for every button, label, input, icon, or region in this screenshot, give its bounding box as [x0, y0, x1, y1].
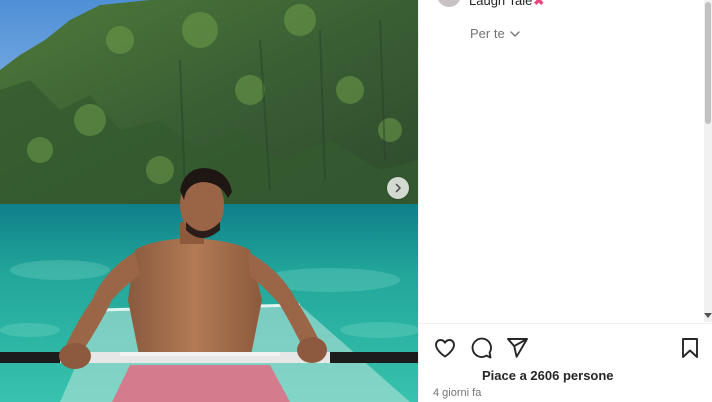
- post-photo[interactable]: [0, 0, 418, 402]
- scrollbar-thumb[interactable]: [705, 2, 711, 124]
- bookmark-icon[interactable]: [678, 336, 702, 360]
- avatar[interactable]: [437, 0, 461, 7]
- comment-item: Laugh Tale✖: [437, 0, 544, 10]
- comment-body: Laugh Tale: [469, 0, 533, 8]
- divider: [419, 323, 712, 324]
- comment-text: Laugh Tale✖: [469, 0, 544, 9]
- post-side-panel: Laugh Tale✖ Per te Piace a 2606 persone …: [418, 0, 712, 402]
- post-actions: [433, 336, 529, 360]
- next-photo-button[interactable]: [387, 177, 409, 199]
- share-icon[interactable]: [505, 336, 529, 360]
- comments-filter-dropdown[interactable]: Per te: [470, 26, 521, 41]
- photo-illustration: [0, 0, 418, 402]
- comment-icon[interactable]: [469, 336, 493, 360]
- comments-scrollbar[interactable]: [704, 0, 712, 322]
- heart-icon[interactable]: [433, 336, 457, 360]
- post-date[interactable]: 4 giorni fa: [433, 387, 481, 399]
- cross-mark-emoji-icon: ✖: [533, 0, 545, 8]
- filter-label: Per te: [470, 26, 505, 41]
- scroll-down-arrow-icon[interactable]: [704, 311, 712, 321]
- likes-count[interactable]: Piace a 2606 persone: [482, 368, 614, 383]
- chevron-right-icon: [395, 183, 401, 193]
- chevron-down-icon: [510, 30, 520, 37]
- instagram-post-view: Laugh Tale✖ Per te Piace a 2606 persone …: [0, 0, 712, 402]
